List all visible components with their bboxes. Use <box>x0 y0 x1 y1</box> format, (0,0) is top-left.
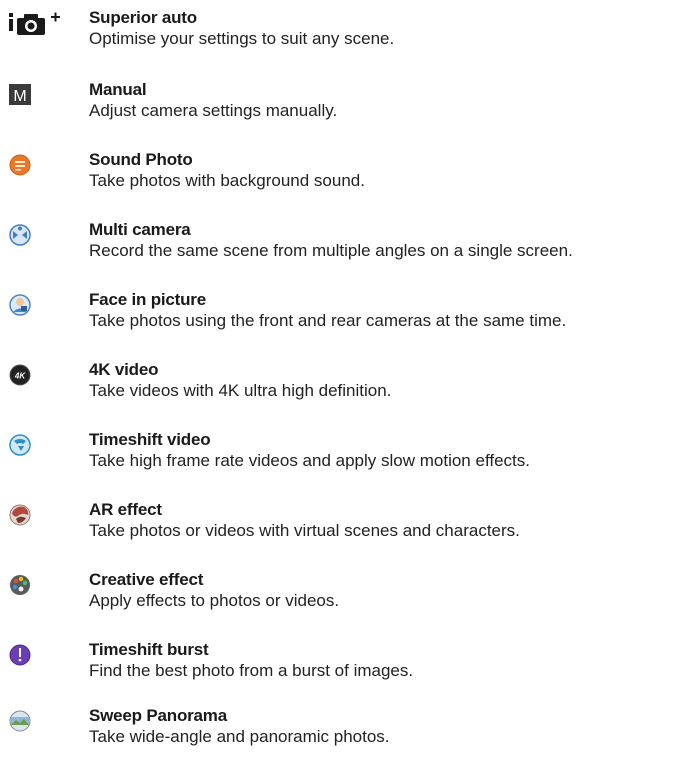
mode-description: Take photos using the front and rear cam… <box>89 311 567 330</box>
mode-title: Sound Photo <box>89 150 193 169</box>
sweep-panorama-icon <box>8 708 38 734</box>
mode-description: Adjust camera settings manually. <box>89 101 338 120</box>
list-item-sound-photo: Sound Photo Take photos with background … <box>0 150 698 210</box>
list-item-manual: M Manual Adjust camera settings manually… <box>0 80 698 140</box>
creative-effect-icon <box>8 572 38 598</box>
manual-letter: M <box>13 88 26 105</box>
multi-camera-icon <box>8 222 38 248</box>
list-item-timeshift-burst: Timeshift burst Find the best photo from… <box>0 640 698 700</box>
mode-title: 4K video <box>89 360 159 379</box>
mode-description: Take videos with 4K ultra high definitio… <box>89 381 392 400</box>
mode-description: Take photos with background sound. <box>89 171 365 190</box>
mode-title: AR effect <box>89 500 162 519</box>
list-item-creative-effect: Creative effect Apply effects to photos … <box>0 570 698 630</box>
manual-m-icon: M <box>8 82 38 108</box>
timeshift-video-icon <box>8 432 38 458</box>
superior-auto-camera-icon <box>8 10 60 36</box>
mode-title: Face in picture <box>89 290 206 309</box>
4k-video-icon: 4K <box>8 362 38 388</box>
mode-description: Optimise your settings to suit any scene… <box>89 29 395 48</box>
mode-title: Timeshift burst <box>89 640 209 659</box>
mode-description: Take high frame rate videos and apply sl… <box>89 451 530 470</box>
timeshift-burst-icon <box>8 642 38 668</box>
mode-title: Manual <box>89 80 147 99</box>
ar-effect-icon <box>8 502 38 528</box>
mode-description: Take wide-angle and panoramic photos. <box>89 727 390 746</box>
sound-photo-icon <box>8 152 38 178</box>
list-item-4k-video: 4K 4K video Take videos with 4K ultra hi… <box>0 360 698 420</box>
mode-description: Apply effects to photos or videos. <box>89 591 340 610</box>
4k-label: 4K <box>14 372 26 381</box>
mode-title: Timeshift video <box>89 430 211 449</box>
mode-title: Superior auto <box>89 8 197 27</box>
list-item-sweep-panorama: Sweep Panorama Take wide-angle and panor… <box>0 706 698 766</box>
mode-description: Find the best photo from a burst of imag… <box>89 661 414 680</box>
mode-title: Sweep Panorama <box>89 706 227 725</box>
mode-description: Record the same scene from multiple angl… <box>89 241 573 260</box>
list-item-multi-camera: Multi camera Record the same scene from … <box>0 220 698 280</box>
list-item-superior-auto: Superior auto Optimise your settings to … <box>0 8 698 68</box>
list-item-face-in-picture: Face in picture Take photos using the fr… <box>0 290 698 350</box>
list-item-timeshift-video: Timeshift video Take high frame rate vid… <box>0 430 698 490</box>
list-item-ar-effect: AR effect Take photos or videos with vir… <box>0 500 698 560</box>
mode-title: Creative effect <box>89 570 204 589</box>
face-in-picture-icon <box>8 292 38 318</box>
mode-description: Take photos or videos with virtual scene… <box>89 521 520 540</box>
mode-title: Multi camera <box>89 220 191 239</box>
